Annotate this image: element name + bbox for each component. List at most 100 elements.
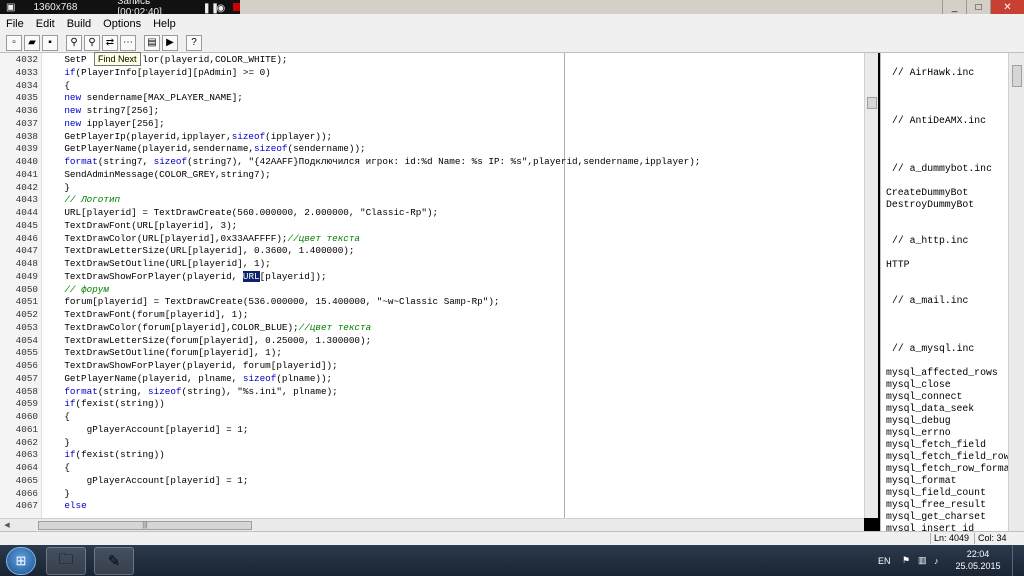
function-item[interactable]: mysql_errno: [886, 427, 951, 438]
menu-file[interactable]: File: [6, 18, 24, 30]
menu-edit[interactable]: Edit: [36, 18, 55, 30]
open-folder-icon[interactable]: ▰: [24, 34, 40, 51]
function-item[interactable]: mysql_connect: [886, 391, 962, 402]
function-item[interactable]: mysql_debug: [886, 415, 951, 426]
find-next-icon[interactable]: ⚲: [84, 34, 100, 51]
close-icon[interactable]: ✕: [990, 0, 1024, 14]
code-line[interactable]: 4049 TextDrawShowForPlayer(playerid, URL…: [16, 270, 864, 284]
language-indicator[interactable]: EN: [878, 545, 891, 576]
panel-scroll-thumb[interactable]: [1012, 65, 1022, 87]
code-line[interactable]: 4057 GetPlayerName(playerid, plname, siz…: [16, 373, 864, 386]
run-icon[interactable]: ▶: [162, 34, 178, 51]
help-icon[interactable]: ?: [186, 34, 202, 51]
function-item[interactable]: CreateDummyBot: [886, 187, 968, 198]
scroll-left-icon[interactable]: ◀: [2, 520, 12, 530]
function-item[interactable]: mysql_data_seek: [886, 403, 974, 414]
replace-icon[interactable]: ⇄: [102, 34, 118, 51]
function-item[interactable]: mysql_format: [886, 475, 957, 486]
code-line[interactable]: 4066 }: [16, 488, 864, 501]
function-list-panel[interactable]: // AirHawk.inc // AntiDeAMX.inc // a_dummy…: [880, 53, 1024, 531]
function-item[interactable]: mysql_field_count: [886, 487, 986, 498]
code-line[interactable]: 4055 TextDrawSetOutline(forum[playerid],…: [16, 347, 864, 360]
find-icon[interactable]: ⚲: [66, 34, 82, 51]
toolbar: ▫ ▰ ▪ ⚲ ⚲ ⇄ ⋯ ▤ ▶ ?: [0, 33, 1024, 53]
code-line[interactable]: 4046 TextDrawColor(URL[playerid],0x33AAF…: [16, 233, 864, 246]
code-line[interactable]: 4067 else: [16, 500, 864, 513]
function-item[interactable]: mysql_get_charset: [886, 511, 986, 522]
function-item[interactable]: mysql_fetch_row_format: [886, 463, 1015, 474]
code-area[interactable]: 4032 SetP lor(playerid,COLOR_WHITE); 4033…: [16, 53, 864, 518]
menu-help[interactable]: Help: [153, 18, 176, 30]
editor-horizontal-scroll-thumb[interactable]: |||: [38, 521, 252, 530]
code-line[interactable]: 4059 if(fexist(string)): [16, 398, 864, 411]
goto-icon[interactable]: ⋯: [120, 34, 136, 51]
code-line[interactable]: 4044 URL[playerid] = TextDrawCreate(560.…: [16, 207, 864, 220]
code-text: gPlayerAccount[playerid] = 1;: [42, 474, 249, 486]
volume-icon[interactable]: ♪: [934, 545, 939, 576]
code-line[interactable]: 4035 new sendername[MAX_PLAYER_NAME];: [16, 92, 864, 105]
code-line[interactable]: 4040 format(string7, sizeof(string7), "{…: [16, 156, 864, 169]
minimize-icon[interactable]: _: [942, 0, 966, 14]
function-item[interactable]: mysql_affected_rows: [886, 367, 998, 378]
code-line[interactable]: 4033 if(PlayerInfo[playerid][pAdmin] >= …: [16, 67, 864, 80]
code-line[interactable]: 4052 TextDrawFont(forum[playerid], 1);: [16, 309, 864, 322]
maximize-icon[interactable]: □: [966, 0, 990, 14]
code-line[interactable]: 4034 {: [16, 80, 864, 93]
editor-horizontal-scrollbar[interactable]: ◀ |||: [0, 518, 864, 531]
show-desktop-button[interactable]: [1012, 545, 1024, 576]
pawno-taskbar-icon[interactable]: ✎: [94, 547, 134, 575]
code-text: TextDrawFont(URL[playerid], 3);: [42, 219, 238, 231]
code-line[interactable]: 4038 GetPlayerIp(playerid,ipplayer,sizeo…: [16, 131, 864, 144]
code-line[interactable]: 4056 TextDrawShowForPlayer(playerid, for…: [16, 360, 864, 373]
compile-icon[interactable]: ▤: [144, 34, 160, 51]
line-number: 4032: [15, 54, 38, 65]
line-number: 4035: [15, 92, 38, 104]
editor-vertical-scroll-thumb[interactable]: [867, 97, 877, 109]
code-line[interactable]: 4041 SendAdminMessage(COLOR_GREY,string7…: [16, 169, 864, 182]
menu-build[interactable]: Build: [67, 18, 91, 30]
camera-icon[interactable]: ◉: [217, 3, 226, 14]
network-icon[interactable]: ▥: [918, 545, 927, 576]
code-editor[interactable]: 4032 SetP lor(playerid,COLOR_WHITE); 4033…: [0, 53, 866, 518]
flag-icon[interactable]: ⚑: [902, 545, 910, 576]
code-line[interactable]: 4037 new ipplayer[256];: [16, 118, 864, 131]
clock[interactable]: 22:04 25.05.2015: [950, 548, 1006, 572]
code-line[interactable]: 4053 TextDrawColor(forum[playerid],COLOR…: [16, 322, 864, 335]
code-line[interactable]: 4058 format(string, sizeof(string), "%s.…: [16, 386, 864, 399]
code-line[interactable]: 4032 SetP lor(playerid,COLOR_WHITE);: [16, 54, 864, 67]
code-line[interactable]: 4060 {: [16, 411, 864, 424]
save-icon[interactable]: ▪: [42, 34, 58, 51]
editor-vertical-scrollbar[interactable]: [864, 53, 878, 518]
code-line[interactable]: 4036 new string7[256];: [16, 105, 864, 118]
code-line[interactable]: 4039 GetPlayerName(playerid,sendername,s…: [16, 143, 864, 156]
code-line[interactable]: 4062 }: [16, 437, 864, 450]
function-item[interactable]: mysql_fetch_field: [886, 439, 986, 450]
stop-icon[interactable]: [232, 3, 240, 11]
function-item[interactable]: mysql_free_result: [886, 499, 986, 510]
code-line[interactable]: 4061 gPlayerAccount[playerid] = 1;: [16, 424, 864, 437]
code-line[interactable]: 4047 TextDrawLetterSize(URL[playerid], 0…: [16, 245, 864, 258]
panel-vertical-scrollbar[interactable]: [1008, 53, 1024, 531]
code-line[interactable]: 4048 TextDrawSetOutline(URL[playerid], 1…: [16, 258, 864, 271]
code-line[interactable]: 4065 gPlayerAccount[playerid] = 1;: [16, 474, 864, 488]
code-text: GetPlayerName(playerid,sendername,sizeof…: [42, 143, 366, 155]
function-item[interactable]: mysql_close: [886, 379, 951, 390]
function-item[interactable]: mysql_fetch_field_row: [886, 451, 1009, 462]
code-line[interactable]: 4042 }: [16, 182, 864, 195]
function-item[interactable]: DestroyDummyBot: [886, 199, 974, 210]
pause-icon[interactable]: ❚❚: [203, 3, 220, 14]
menu-options[interactable]: Options: [103, 18, 141, 30]
line-number: 4034: [15, 79, 38, 91]
function-item[interactable]: mysql_insert_id: [886, 523, 974, 531]
code-line[interactable]: 4043 // Логотип: [16, 194, 864, 207]
code-line[interactable]: 4054 TextDrawLetterSize(forum[playerid],…: [16, 335, 864, 348]
start-button[interactable]: ⊞: [6, 547, 36, 575]
function-item[interactable]: HTTP: [886, 259, 910, 270]
explorer-taskbar-icon[interactable]: 🗀: [46, 547, 86, 575]
code-line[interactable]: 4045 TextDrawFont(URL[playerid], 3);: [16, 219, 864, 233]
code-line[interactable]: 4050 // форум: [16, 284, 864, 297]
new-file-icon[interactable]: ▫: [6, 34, 22, 51]
code-line[interactable]: 4064 {: [16, 462, 864, 475]
code-line[interactable]: 4051 forum[playerid] = TextDrawCreate(53…: [16, 296, 864, 309]
code-line[interactable]: 4063 if(fexist(string)): [16, 449, 864, 462]
